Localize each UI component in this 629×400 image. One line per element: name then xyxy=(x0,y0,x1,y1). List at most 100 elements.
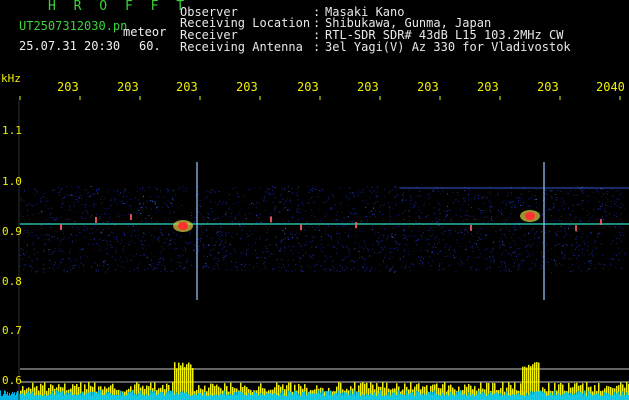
ping-mark xyxy=(600,219,602,226)
noise-pixel xyxy=(63,252,65,254)
noise-pixel xyxy=(330,255,332,257)
noise-pixel xyxy=(164,238,166,240)
noise-pixel xyxy=(511,236,513,238)
noise-pixel xyxy=(143,195,144,197)
noise-floor-bar xyxy=(38,395,39,400)
noise-pixel xyxy=(610,189,612,191)
noise-floor-bar xyxy=(328,391,329,400)
noise-pixel xyxy=(32,214,34,216)
noise-pixel xyxy=(77,200,79,202)
noise-pixel xyxy=(421,212,423,214)
noise-pixel xyxy=(170,193,172,195)
noise-floor-bar xyxy=(6,394,7,400)
noise-pixel xyxy=(142,187,144,189)
noise-floor-bar xyxy=(238,391,239,400)
noise-pixel xyxy=(249,230,251,232)
noise-pixel xyxy=(314,215,316,217)
noise-pixel xyxy=(128,244,130,246)
noise-pixel xyxy=(544,193,546,195)
noise-pixel xyxy=(130,240,132,242)
noise-pixel xyxy=(401,266,402,268)
noise-pixel xyxy=(348,197,350,199)
noise-pixel xyxy=(515,244,517,246)
noise-pixel xyxy=(174,242,176,244)
noise-pixel xyxy=(501,189,503,191)
noise-pixel xyxy=(311,190,313,192)
noise-pixel xyxy=(424,249,426,251)
noise-pixel xyxy=(378,264,380,266)
noise-pixel xyxy=(262,263,264,265)
noise-pixel xyxy=(354,213,356,215)
noise-pixel xyxy=(46,234,48,235)
noise-pixel xyxy=(187,243,189,245)
noise-floor-bar xyxy=(23,393,24,400)
noise-floor-bar xyxy=(43,393,44,400)
noise-pixel xyxy=(165,204,167,206)
noise-pixel xyxy=(211,212,213,214)
noise-floor-bar xyxy=(557,392,558,400)
noise-floor-bar xyxy=(538,391,539,400)
noise-pixel xyxy=(168,233,170,235)
noise-floor-bar xyxy=(159,392,160,400)
noise-floor-bar xyxy=(510,395,511,400)
noise-pixel xyxy=(88,243,89,245)
noise-pixel xyxy=(555,232,557,234)
noise-floor-bar xyxy=(424,394,425,400)
noise-pixel xyxy=(450,228,451,230)
noise-pixel xyxy=(489,209,491,211)
noise-pixel xyxy=(581,191,583,193)
noise-pixel xyxy=(198,249,200,251)
noise-pixel xyxy=(225,239,226,241)
noise-pixel xyxy=(352,220,354,222)
noise-floor-bar xyxy=(444,395,445,400)
noise-floor-bar xyxy=(507,393,508,400)
noise-pixel xyxy=(37,230,39,232)
noise-pixel xyxy=(509,246,511,248)
noise-floor-bar xyxy=(311,392,312,400)
noise-pixel xyxy=(389,214,391,216)
noise-floor-bar xyxy=(447,390,448,400)
noise-pixel xyxy=(22,258,24,260)
noise-pixel xyxy=(564,228,566,229)
noise-pixel xyxy=(359,254,361,256)
noise-floor-bar xyxy=(423,395,424,400)
noise-pixel xyxy=(386,237,388,239)
noise-pixel xyxy=(366,186,368,188)
noise-pixel xyxy=(31,260,33,261)
noise-pixel xyxy=(535,232,537,234)
noise-floor-bar xyxy=(80,393,81,400)
noise-pixel xyxy=(351,213,353,215)
noise-pixel xyxy=(208,218,210,220)
noise-pixel xyxy=(396,193,398,195)
noise-pixel xyxy=(512,252,514,254)
noise-pixel xyxy=(541,251,542,253)
noise-pixel xyxy=(347,234,349,236)
noise-pixel xyxy=(616,198,618,200)
noise-floor-bar xyxy=(306,395,307,400)
noise-pixel xyxy=(556,241,558,243)
noise-pixel xyxy=(106,241,108,243)
noise-floor-bar xyxy=(42,395,43,400)
noise-floor-bar xyxy=(440,395,441,400)
noise-pixel xyxy=(116,264,118,266)
noise-pixel xyxy=(418,207,420,209)
noise-floor-bar xyxy=(14,392,15,400)
noise-pixel xyxy=(244,269,246,271)
noise-pixel xyxy=(550,215,552,217)
noise-floor-bar xyxy=(398,390,399,400)
noise-pixel xyxy=(239,212,241,214)
noise-pixel xyxy=(353,195,355,197)
noise-pixel xyxy=(427,198,429,200)
noise-floor-bar xyxy=(249,393,250,400)
noise-pixel xyxy=(183,189,185,191)
noise-floor-bar xyxy=(546,395,547,400)
noise-pixel xyxy=(527,205,529,207)
noise-floor-bar xyxy=(168,390,169,400)
noise-pixel xyxy=(62,250,64,251)
noise-floor-bar xyxy=(254,391,255,400)
noise-pixel xyxy=(215,233,217,234)
noise-pixel xyxy=(96,229,98,231)
noise-pixel xyxy=(123,203,125,204)
noise-floor-bar xyxy=(467,394,468,400)
noise-pixel xyxy=(532,194,534,196)
